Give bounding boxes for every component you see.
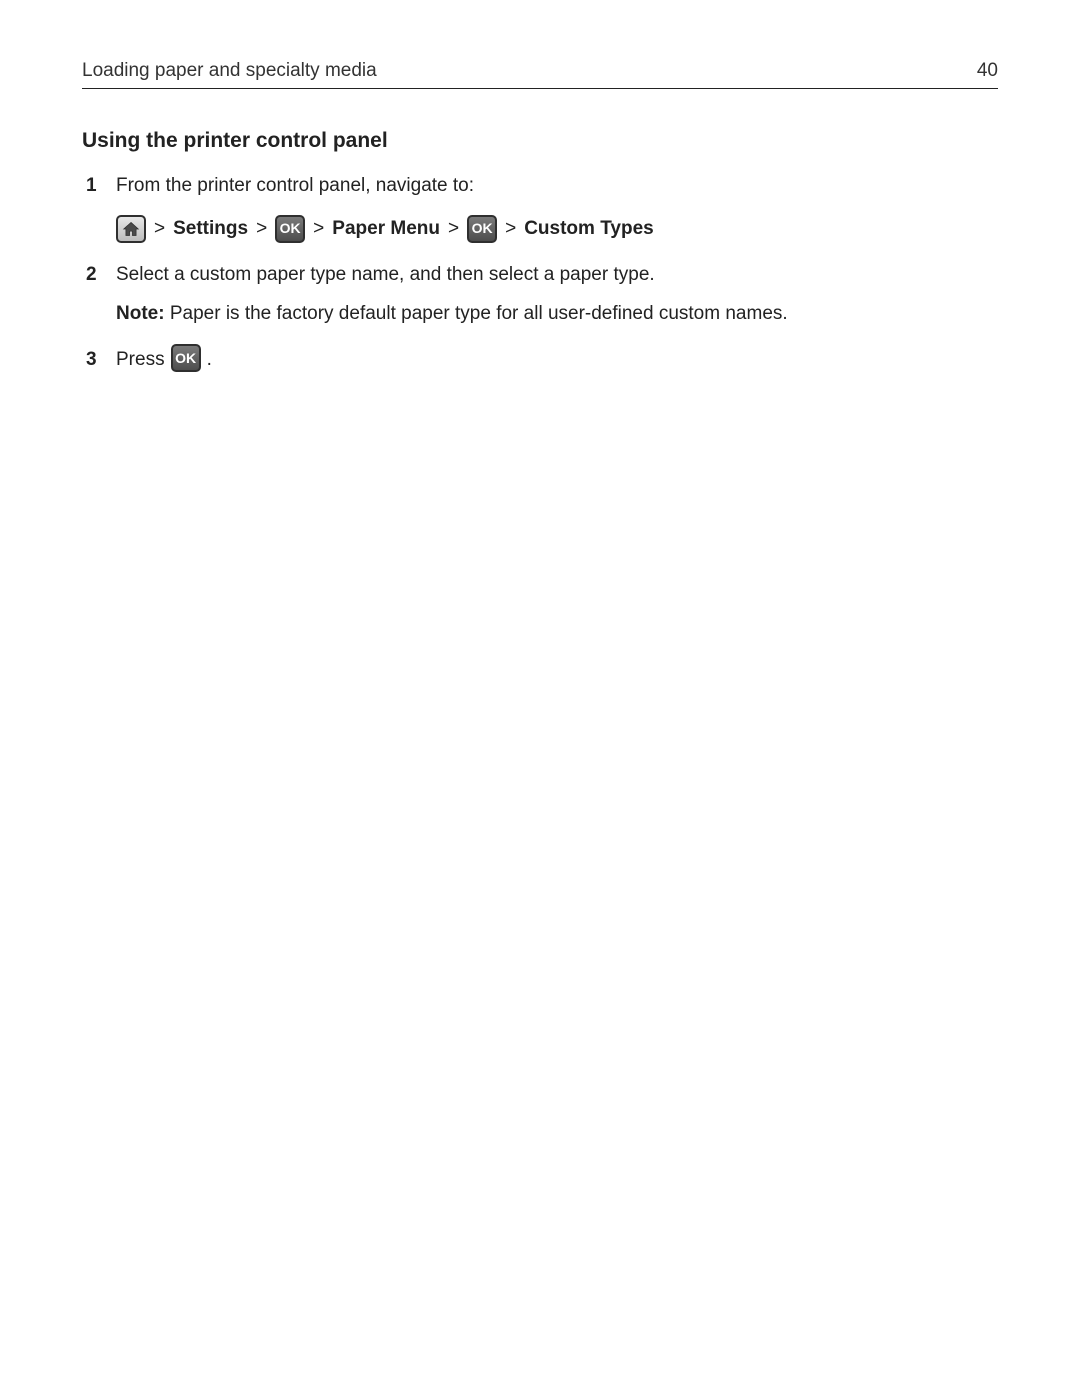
ok-icon: OK [467,215,497,243]
page: Loading paper and specialty media 40 Usi… [0,0,1080,1397]
nav-custom-types: Custom Types [524,214,654,243]
header-title: Loading paper and specialty media [82,60,377,82]
home-icon [116,215,146,243]
step-2-text: Select a custom paper type name, and the… [116,264,655,285]
nav-sep: > [505,214,516,243]
nav-sep: > [313,214,324,243]
nav-sep: > [256,214,267,243]
step-1: From the printer control panel, navigate… [82,171,998,244]
step-3: Press OK . [82,345,998,374]
step-3-text-before: Press [116,345,165,374]
nav-path: > Settings > OK > Paper Menu > OK > Cust… [116,214,998,243]
note-text: Paper is the factory default paper type … [165,303,788,324]
note-label: Note: [116,303,165,324]
step-2: Select a custom paper type name, and the… [82,260,998,329]
nav-paper-menu: Paper Menu [332,214,440,243]
page-header: Loading paper and specialty media 40 [82,60,998,89]
nav-sep: > [154,214,165,243]
page-number: 40 [977,60,998,82]
nav-settings: Settings [173,214,248,243]
nav-sep: > [448,214,459,243]
ok-icon: OK [275,215,305,243]
ok-icon: OK [171,344,201,372]
steps-list: From the printer control panel, navigate… [82,171,998,374]
section-title: Using the printer control panel [82,129,998,153]
step-1-text: From the printer control panel, navigate… [116,175,474,196]
step-2-note: Note: Paper is the factory default paper… [116,299,998,328]
step-3-text-after: . [207,345,212,374]
